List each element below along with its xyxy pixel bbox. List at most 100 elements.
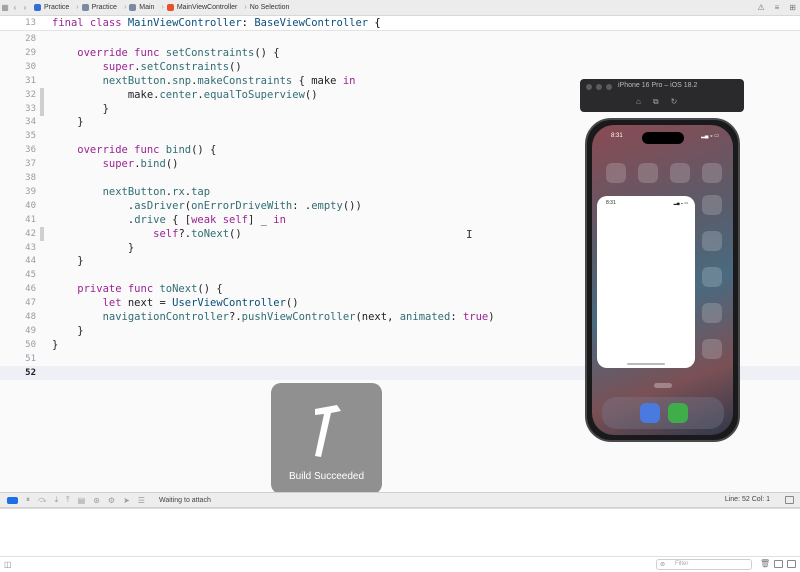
app-preview-card[interactable]: 8:31 ▂▄ ◒ ▭ <box>597 196 695 368</box>
line-number[interactable]: 30 <box>0 60 36 74</box>
code-text: } <box>52 241 134 255</box>
list-icon[interactable]: ≡ <box>775 3 780 12</box>
breadcrumb-project[interactable]: Practice <box>44 4 69 11</box>
code-fold-ribbon[interactable] <box>40 226 44 241</box>
line-number[interactable]: 28 <box>0 32 36 46</box>
add-editor-icon[interactable]: ⊞ <box>789 3 796 12</box>
code-token: { make <box>292 74 343 87</box>
grid-icon[interactable]: ▦ <box>0 3 10 12</box>
app-icon[interactable] <box>702 231 722 251</box>
code-token: ] _ <box>248 213 274 226</box>
line-number[interactable]: 32 <box>0 88 36 102</box>
code-token: nextButton <box>52 185 166 198</box>
safari-icon[interactable] <box>640 403 660 423</box>
code-token: snp <box>172 74 192 87</box>
line-number[interactable]: 43 <box>0 241 36 255</box>
line-number[interactable]: 35 <box>0 129 36 143</box>
line-number[interactable]: 52 <box>0 366 36 380</box>
line-number[interactable]: 31 <box>0 74 36 88</box>
step-over-icon[interactable]: ⤼ <box>38 495 47 505</box>
code-token: ?. <box>229 311 242 323</box>
warning-icon[interactable]: ⚠ <box>757 3 764 12</box>
app-icon[interactable] <box>702 339 722 359</box>
simulator-tools: ⌂ ⧉ ↻ <box>636 97 677 107</box>
app-icon[interactable] <box>638 163 658 183</box>
code-token: rx <box>172 185 185 198</box>
code-token: () <box>285 297 299 310</box>
app-icon[interactable] <box>702 303 722 323</box>
back-arrow-icon[interactable]: ‹ <box>10 3 20 12</box>
code-line[interactable]: 28 <box>0 32 800 46</box>
line-number[interactable]: 37 <box>0 157 36 171</box>
line-number[interactable]: 34 <box>0 115 36 129</box>
code-token: super <box>52 60 135 73</box>
close-window-button[interactable] <box>586 84 592 90</box>
code-token: weak self <box>191 213 248 226</box>
app-icon[interactable] <box>606 163 626 183</box>
variables-view-icon[interactable] <box>774 560 783 568</box>
line-number[interactable]: 42 <box>0 227 36 241</box>
line-number[interactable]: 51 <box>0 352 36 366</box>
location-icon[interactable]: ➤ <box>123 496 130 505</box>
code-token: } <box>52 338 59 351</box>
line-number[interactable]: 50 <box>0 338 36 352</box>
line-number: 13 <box>25 18 36 28</box>
code-fold-ribbon[interactable] <box>40 87 44 102</box>
line-number[interactable]: 48 <box>0 310 36 324</box>
app-icon[interactable] <box>702 267 722 287</box>
app-icon[interactable] <box>702 163 722 183</box>
line-number[interactable]: 38 <box>0 171 36 185</box>
step-into-icon[interactable]: ⤓ <box>55 495 59 505</box>
forward-arrow-icon[interactable]: › <box>20 3 30 12</box>
trash-icon[interactable]: 🗑︎ <box>760 559 770 568</box>
line-number[interactable]: 36 <box>0 143 36 157</box>
process-icon[interactable]: ☰ <box>138 496 145 505</box>
debug-status: Waiting to attach <box>158 496 211 504</box>
line-number[interactable]: 44 <box>0 254 36 268</box>
hide-debug-area-button[interactable] <box>7 496 18 504</box>
breadcrumb-file[interactable]: MainViewController <box>177 4 238 11</box>
code-text: make.center.equalToSuperview() <box>52 88 318 102</box>
line-number[interactable]: 45 <box>0 268 36 282</box>
layout-toggle-icon[interactable] <box>785 496 794 504</box>
code-fold-ribbon[interactable] <box>40 101 44 116</box>
line-number[interactable]: 29 <box>0 46 36 60</box>
line-number[interactable]: 41 <box>0 213 36 227</box>
code-line[interactable]: 30 super.setConstraints() <box>0 60 800 74</box>
app-icon[interactable] <box>702 195 722 215</box>
breadcrumb-folder[interactable]: Practice <box>92 4 117 11</box>
code-token: center <box>159 88 198 101</box>
code-token: MainViewController <box>127 17 242 29</box>
minimize-window-button[interactable] <box>596 84 602 90</box>
zoom-window-button[interactable] <box>606 84 612 90</box>
code-token: ?. <box>178 227 192 240</box>
breadcrumb-selection[interactable]: No Selection <box>250 4 290 11</box>
phone-screen[interactable]: 8:31 ▂▄ ◒ ▭ 8:31 ▂▄ ◒ ▭ <box>592 125 733 435</box>
line-number[interactable]: 39 <box>0 185 36 199</box>
console-output-icon[interactable]: ◫ <box>4 560 12 569</box>
code-line[interactable]: 29 override func setConstraints() { <box>0 46 800 60</box>
console-view-icon[interactable] <box>787 560 796 568</box>
code-token: true <box>462 311 489 323</box>
line-number[interactable]: 49 <box>0 324 36 338</box>
memory-graph-icon[interactable]: ⊛ <box>93 496 100 505</box>
screenshot-icon[interactable]: ⧉ <box>653 97 659 107</box>
view-hierarchy-icon[interactable]: ▤ <box>78 496 86 505</box>
code-token: } <box>52 241 135 254</box>
code-token: in <box>273 213 286 226</box>
rotate-icon[interactable]: ↻ <box>671 97 678 107</box>
line-number[interactable]: 46 <box>0 282 36 296</box>
code-token: setConstraints <box>140 60 230 73</box>
code-token: () <box>304 88 318 101</box>
step-out-icon[interactable]: ⤒ <box>66 495 70 505</box>
pause-icon[interactable]: ⏸ <box>26 495 30 505</box>
home-icon[interactable]: ⌂ <box>636 97 641 107</box>
app-icon[interactable] <box>670 163 690 183</box>
line-number[interactable]: 40 <box>0 199 36 213</box>
messages-icon[interactable] <box>668 403 688 423</box>
breadcrumb-group[interactable]: Main <box>139 4 154 11</box>
filter-input[interactable]: ⊜ Filter <box>656 559 752 570</box>
environment-icon[interactable]: ⚙ <box>108 496 115 505</box>
line-number[interactable]: 33 <box>0 102 36 116</box>
line-number[interactable]: 47 <box>0 296 36 310</box>
